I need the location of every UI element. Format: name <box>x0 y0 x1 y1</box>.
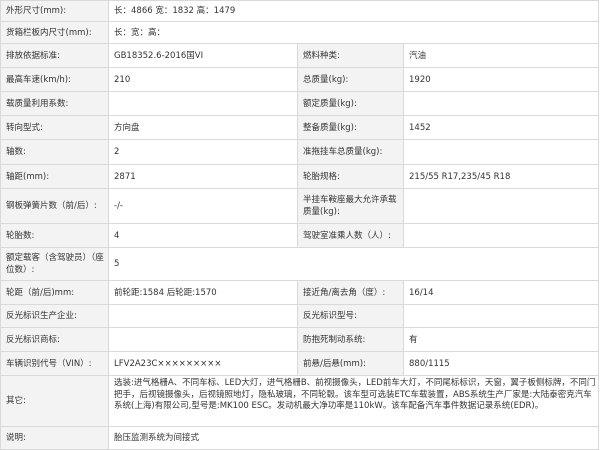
remark-label: 说明: <box>1 427 109 449</box>
reflector-brand-label: 反光标识商标: <box>1 328 109 351</box>
table-row: 最高车速(km/h): 210 总质量(kg): 1920 <box>1 68 598 92</box>
table-row: 轴数: 2 准拖挂车总质量(kg): <box>1 140 598 165</box>
tire-spec-value: 215/55 R17,235/45 R18 <box>404 165 598 188</box>
table-row: 排放依据标准: GB18352.6-2016国VI 燃料种类: 汽油 <box>1 44 598 68</box>
dimensions-label: 外形尺寸(mm): <box>1 1 109 21</box>
tire-count-label: 轮胎数: <box>1 224 109 247</box>
reflector-maker-label: 反光标识生产企业: <box>1 305 109 327</box>
steering-type-value: 方向盘 <box>109 116 298 139</box>
reflector-maker-value <box>109 305 298 327</box>
table-row: 转向型式: 方向盘 整备质量(kg): 1452 <box>1 116 598 140</box>
abs-value: 有 <box>404 328 598 351</box>
emission-standard-value: GB18352.6-2016国VI <box>109 44 298 67</box>
emission-standard-label: 排放依据标准: <box>1 44 109 67</box>
leaf-spring-value: -/- <box>109 189 298 223</box>
overhang-label: 前悬/后悬(mm): <box>298 352 404 375</box>
abs-label: 防抱死制动系统: <box>298 328 404 351</box>
table-row: 轴距(mm): 2871 轮胎规格: 215/55 R17,235/45 R18 <box>1 165 598 189</box>
fuel-type-value: 汽油 <box>404 44 598 67</box>
tire-count-value: 4 <box>109 224 298 247</box>
gross-mass-label: 总质量(kg): <box>298 68 404 91</box>
cargo-box-dimensions-label: 货箱栏板内尺寸(mm): <box>1 22 109 43</box>
track-width-value: 前轮距:1584 后轮距:1570 <box>109 281 298 304</box>
cab-capacity-value <box>404 224 598 247</box>
max-speed-value: 210 <box>109 68 298 91</box>
seat-count-value: 5 <box>109 248 598 280</box>
seat-count-label: 额定载客（含驾驶员）（座位数）: <box>1 248 109 280</box>
load-factor-value <box>109 92 298 115</box>
rated-mass-value <box>404 92 598 115</box>
table-row: 其它: 选装:进气格栅A、不同车标、LED大灯，进气格栅B、前视摄像头，LED前… <box>1 376 598 427</box>
tire-spec-label: 轮胎规格: <box>298 165 404 188</box>
overhang-value: 880/1115 <box>404 352 598 375</box>
curb-mass-value: 1452 <box>404 116 598 139</box>
axle-count-label: 轴数: <box>1 140 109 164</box>
rated-mass-label: 额定质量(kg): <box>298 92 404 115</box>
approach-departure-label: 接近角/离去角（度）: <box>298 281 404 304</box>
other-label: 其它: <box>1 376 109 426</box>
other-value: 选装:进气格栅A、不同车标、LED大灯，进气格栅B、前视摄像头，LED前车大灯，… <box>109 376 598 426</box>
table-row: 反光标识生产企业: 反光标识型号: <box>1 305 598 328</box>
table-row: 轮胎数: 4 驾驶室准乘人数（人）: <box>1 224 598 248</box>
reflector-model-label: 反光标识型号: <box>298 305 404 327</box>
load-factor-label: 载质量利用系数: <box>1 92 109 115</box>
table-row: 载质量利用系数: 额定质量(kg): <box>1 92 598 116</box>
wheelbase-label: 轴距(mm): <box>1 165 109 188</box>
table-row: 额定载客（含驾驶员）（座位数）: 5 <box>1 248 598 281</box>
table-row: 外形尺寸(mm): 长：4866 宽：1832 高：1479 <box>1 1 598 22</box>
reflector-brand-value <box>109 328 298 351</box>
table-row: 货箱栏板内尺寸(mm): 长：宽：高： <box>1 22 598 44</box>
fuel-type-label: 燃料种类: <box>298 44 404 67</box>
vehicle-spec-table: 外形尺寸(mm): 长：4866 宽：1832 高：1479 货箱栏板内尺寸(m… <box>0 0 599 450</box>
curb-mass-label: 整备质量(kg): <box>298 116 404 139</box>
remark-value: 胎压监测系统为间接式 <box>109 427 598 449</box>
cargo-box-dimensions-value: 长：宽：高： <box>109 22 598 43</box>
max-speed-label: 最高车速(km/h): <box>1 68 109 91</box>
gross-mass-value: 1920 <box>404 68 598 91</box>
approach-departure-value: 16/14 <box>404 281 598 304</box>
saddle-load-label: 半挂车鞍座最大允许承载质量(kg): <box>298 189 404 223</box>
reflector-model-value <box>404 305 598 327</box>
table-row: 车辆识别代号（VIN）: LFV2A23C××××××××× 前悬/后悬(mm)… <box>1 352 598 376</box>
table-row: 反光标识商标: 防抱死制动系统: 有 <box>1 328 598 352</box>
saddle-load-value <box>404 189 598 223</box>
cab-capacity-label: 驾驶室准乘人数（人）: <box>298 224 404 247</box>
table-row: 钢板弹簧片数（前/后）: -/- 半挂车鞍座最大允许承载质量(kg): <box>1 189 598 224</box>
dimensions-value: 长：4866 宽：1832 高：1479 <box>109 1 598 21</box>
track-width-label: 轮距（前/后)mm: <box>1 281 109 304</box>
wheelbase-value: 2871 <box>109 165 298 188</box>
table-row: 轮距（前/后)mm: 前轮距:1584 后轮距:1570 接近角/离去角（度）:… <box>1 281 598 305</box>
trailer-mass-label: 准拖挂车总质量(kg): <box>298 140 404 164</box>
table-row: 说明: 胎压监测系统为间接式 <box>1 427 598 450</box>
steering-type-label: 转向型式: <box>1 116 109 139</box>
leaf-spring-label: 钢板弹簧片数（前/后）: <box>1 189 109 223</box>
axle-count-value: 2 <box>109 140 298 164</box>
vin-label: 车辆识别代号（VIN）: <box>1 352 109 375</box>
vin-value: LFV2A23C××××××××× <box>109 352 298 375</box>
trailer-mass-value <box>404 140 598 164</box>
